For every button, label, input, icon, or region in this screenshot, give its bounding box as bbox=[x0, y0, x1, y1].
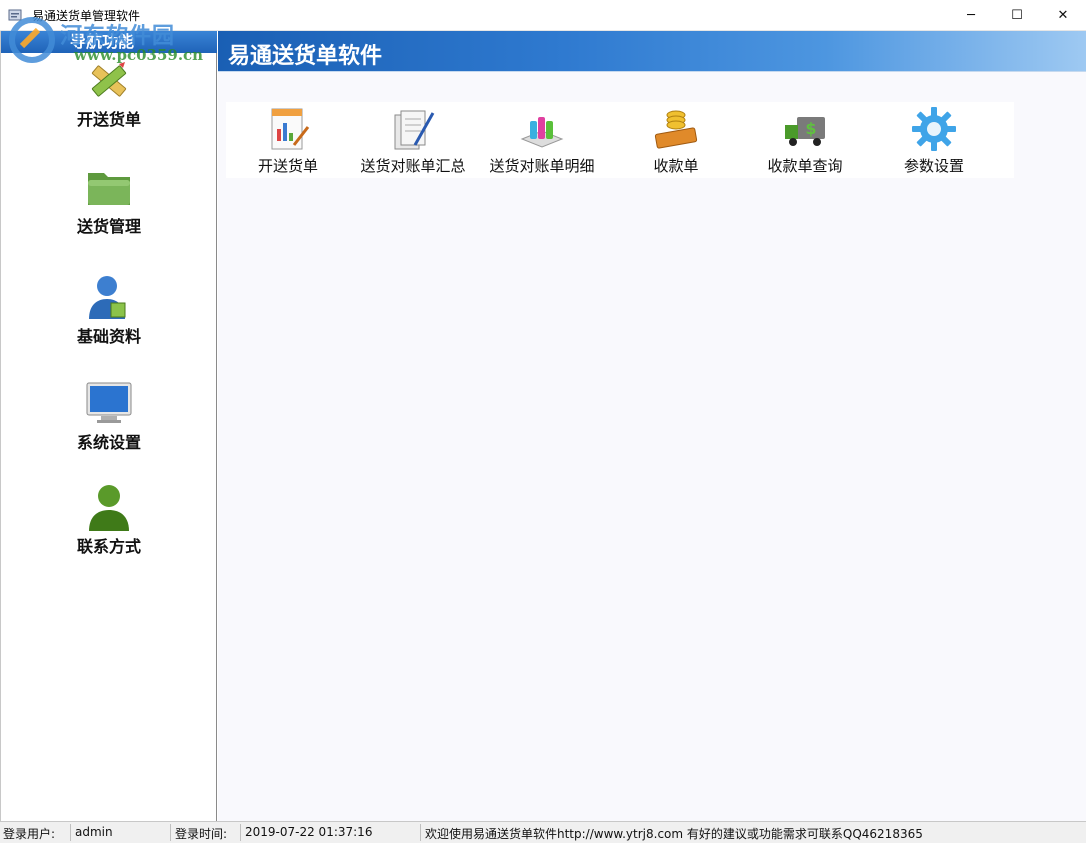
toolbar-receipt-query-button[interactable]: $ 收款单查询 bbox=[760, 102, 850, 178]
status-user-label: 登录用户: bbox=[3, 827, 56, 841]
toolbar-new-delivery-button[interactable]: 开送货单 bbox=[248, 102, 328, 178]
app-icon bbox=[8, 9, 22, 21]
contact-person-icon bbox=[89, 485, 129, 531]
toolbar-receipt-button[interactable]: 收款单 bbox=[646, 102, 706, 178]
status-bar: 登录用户: admin 登录时间: 2019-07-22 01:37:16 欢迎… bbox=[0, 821, 1086, 843]
monitor-icon bbox=[86, 382, 132, 423]
money-truck-icon: $ bbox=[785, 117, 825, 146]
folder-icon bbox=[88, 173, 130, 205]
bottles-icon bbox=[520, 117, 564, 148]
toolbar-label: 参数设置 bbox=[903, 157, 964, 175]
status-time-label: 登录时间: bbox=[175, 827, 228, 841]
toolbar-label: 开送货单 bbox=[257, 157, 318, 175]
title-bar: 易通送货单管理软件 ─ ☐ ✕ bbox=[0, 0, 1086, 31]
sidebar-header: 导航功能 bbox=[1, 31, 217, 53]
maximize-button[interactable]: ☐ bbox=[994, 0, 1040, 31]
status-separator bbox=[70, 824, 71, 841]
report-icon bbox=[271, 108, 310, 150]
sidebar-item-label: 开送货单 bbox=[76, 110, 141, 129]
gear-icon bbox=[912, 107, 956, 151]
sidebar-item-new-delivery[interactable]: 开送货单 bbox=[1, 56, 217, 136]
close-button[interactable]: ✕ bbox=[1040, 0, 1086, 31]
sidebar-item-label: 基础资料 bbox=[76, 327, 141, 346]
banner-title: 易通送货单软件 bbox=[228, 44, 383, 69]
window-title: 易通送货单管理软件 bbox=[32, 9, 141, 23]
sidebar-item-label: 送货管理 bbox=[76, 217, 141, 236]
sidebar-item-delivery-management[interactable]: 送货管理 bbox=[1, 163, 217, 243]
pencil-ruler-icon bbox=[91, 62, 127, 97]
toolbar-label: 送货对账单明细 bbox=[489, 157, 595, 175]
main-panel: 易通送货单软件 开送货单 送货对账单汇总 送货对账单明细 收款单 $ 收款单查询… bbox=[218, 31, 1086, 821]
minimize-button[interactable]: ─ bbox=[948, 0, 994, 31]
sidebar-item-contact[interactable]: 联系方式 bbox=[1, 483, 217, 563]
sidebar-item-label: 系统设置 bbox=[76, 433, 141, 452]
toolbar-label: 收款单 bbox=[653, 157, 699, 175]
toolbar-delivery-detail-button[interactable]: 送货对账单明细 bbox=[484, 102, 600, 178]
documents-icon bbox=[394, 110, 435, 150]
svg-text:$: $ bbox=[805, 119, 816, 138]
quick-toolbar: 开送货单 送货对账单汇总 送货对账单明细 收款单 $ 收款单查询 参数设置 bbox=[226, 102, 1014, 178]
sidebar-item-basic-data[interactable]: 基础资料 bbox=[1, 273, 217, 353]
navigation-sidebar: 导航功能 开送货单 送货管理 基础资料 系统设置 联系方式 bbox=[0, 31, 217, 821]
toolbar-label: 送货对账单汇总 bbox=[360, 157, 466, 175]
status-time-value: 2019-07-22 01:37:16 bbox=[245, 825, 373, 839]
user-icon bbox=[89, 276, 126, 319]
sidebar-item-label: 联系方式 bbox=[76, 537, 141, 556]
toolbar-parameter-settings-button[interactable]: 参数设置 bbox=[896, 102, 972, 178]
toolbar-delivery-summary-button[interactable]: 送货对账单汇总 bbox=[356, 102, 470, 178]
status-user-value: admin bbox=[75, 825, 113, 839]
status-separator bbox=[170, 824, 171, 841]
status-separator bbox=[240, 824, 241, 841]
banner: 易通送货单软件 bbox=[218, 31, 1086, 72]
coins-icon bbox=[654, 110, 698, 149]
status-message: 欢迎使用易通送货单软件http://www.ytrj8.com 有好的建议或功能… bbox=[425, 827, 923, 841]
toolbar-label: 收款单查询 bbox=[767, 157, 843, 175]
sidebar-item-system-settings[interactable]: 系统设置 bbox=[1, 379, 217, 459]
status-separator bbox=[420, 824, 421, 841]
